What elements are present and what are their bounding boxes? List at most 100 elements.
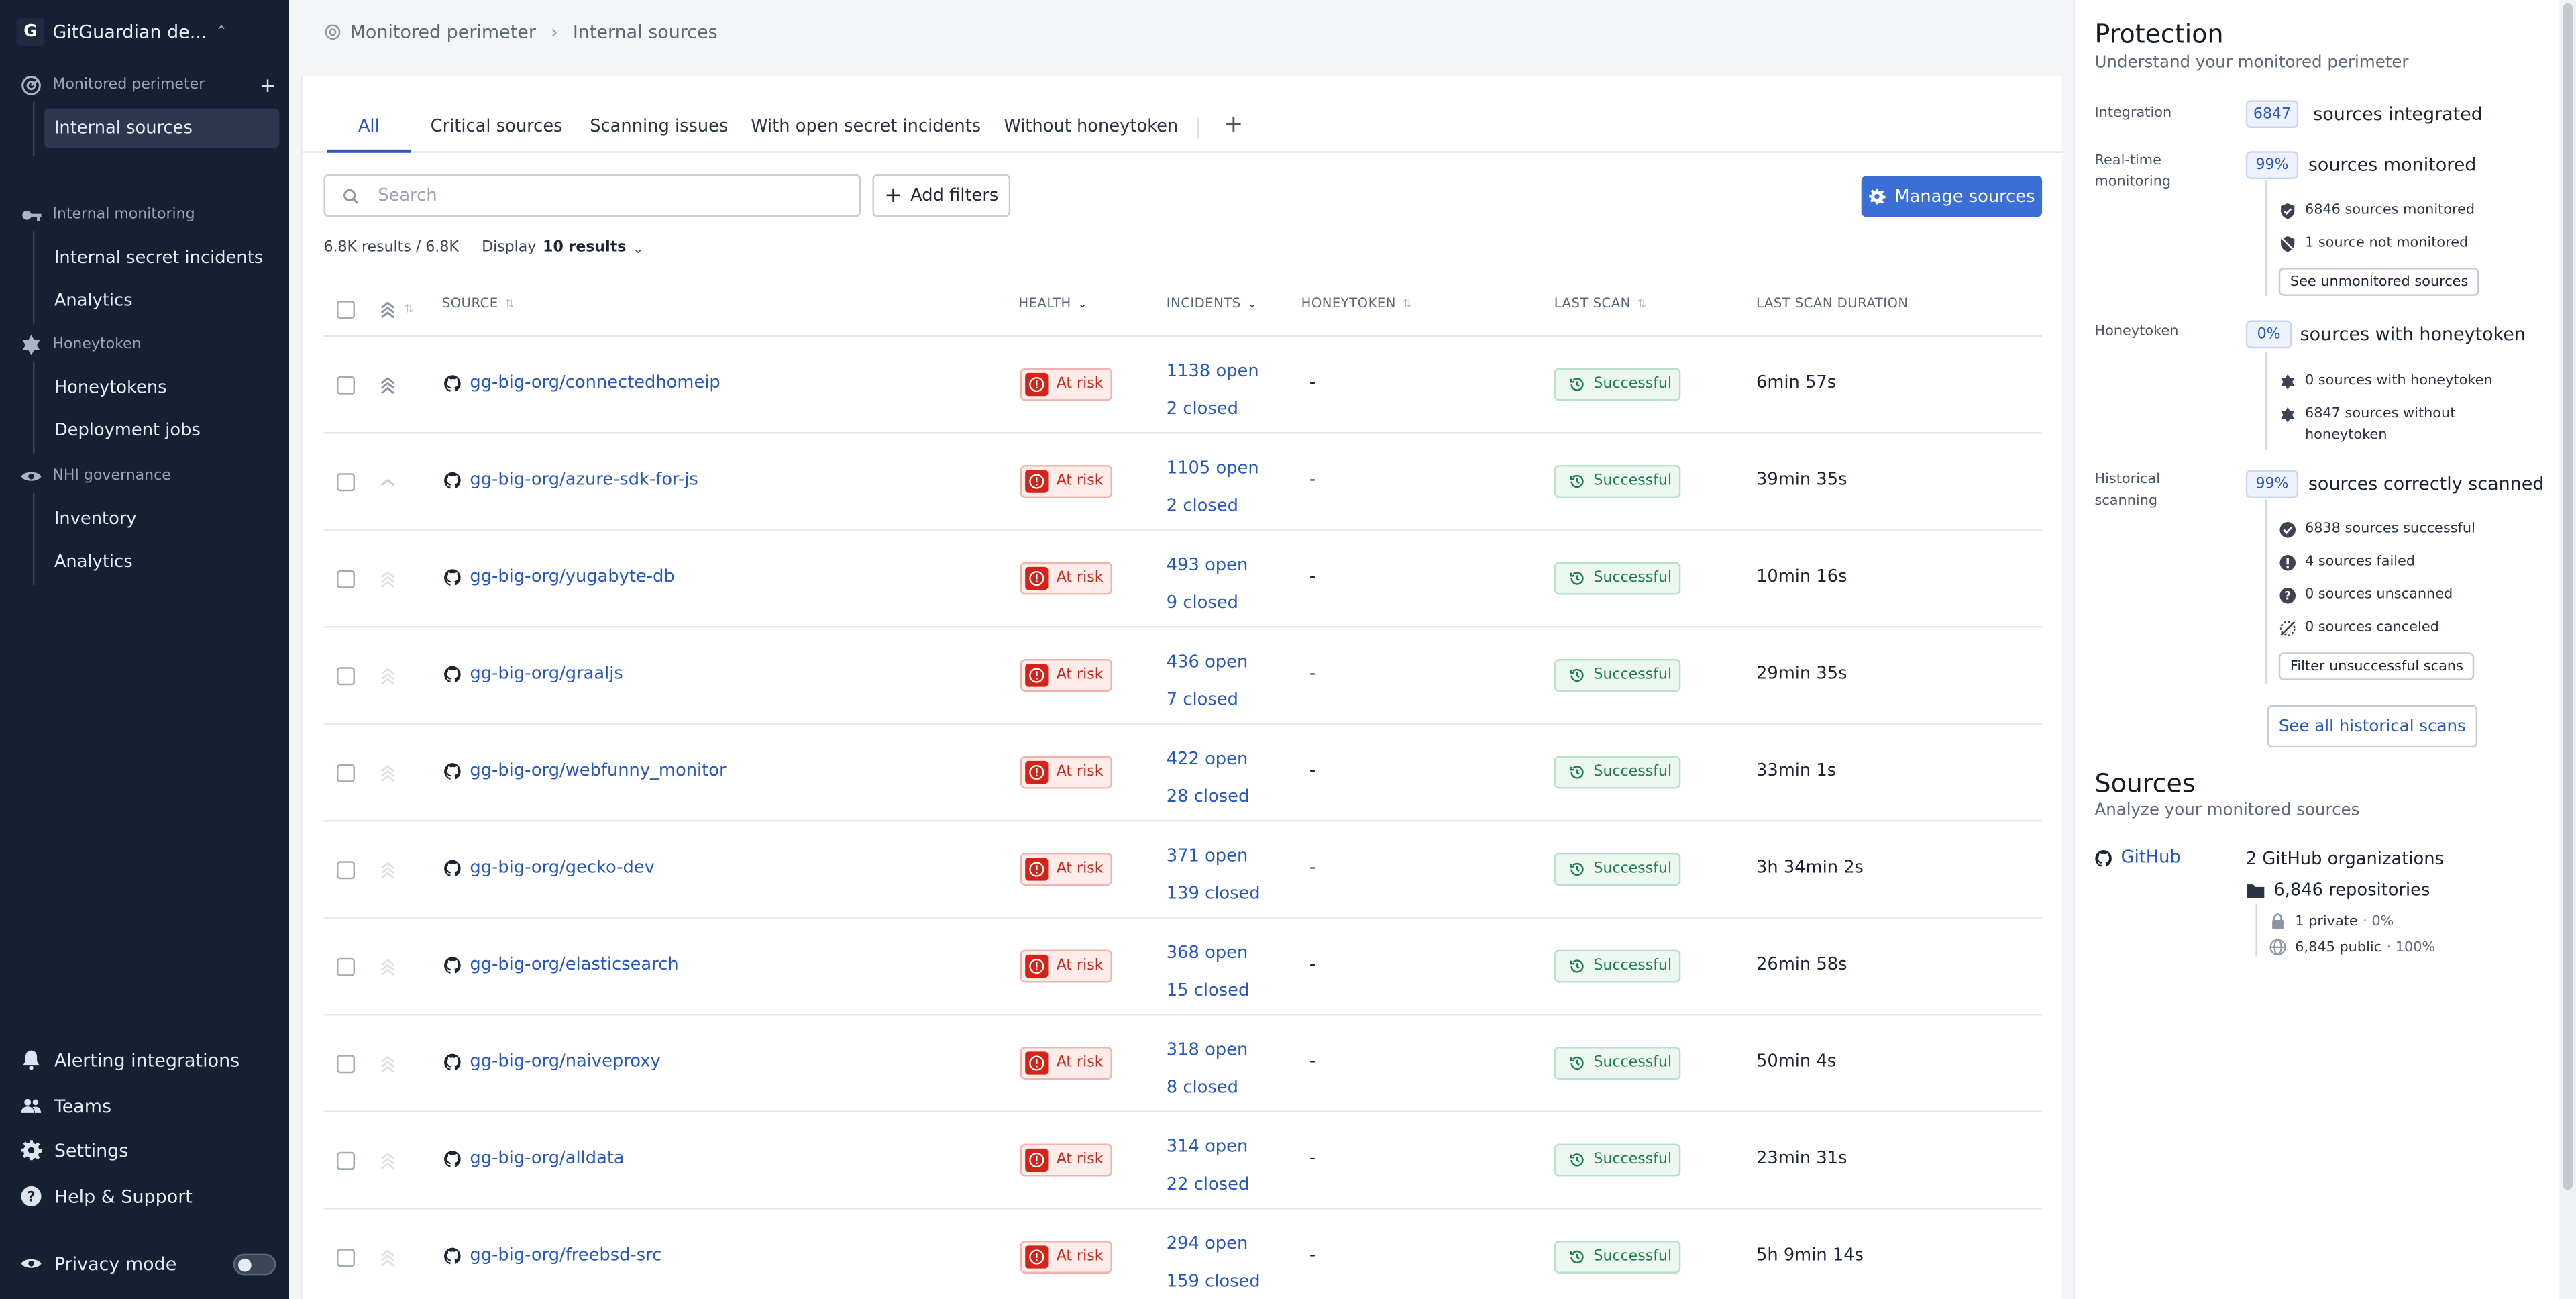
closed-incidents-link[interactable]: 28 closed	[1167, 778, 1250, 815]
open-incidents-link[interactable]: 318 open	[1167, 1032, 1248, 1069]
sidebar-item-inventory[interactable]: Inventory	[44, 499, 279, 539]
source-link[interactable]: gg-big-org/connectedhomeip	[443, 373, 720, 393]
row-checkbox[interactable]	[337, 1055, 355, 1074]
source-link[interactable]: gg-big-org/elasticsearch	[443, 955, 679, 974]
table-row[interactable]: gg-big-org/graaljs At risk 436 open 7 close…	[323, 628, 2043, 725]
source-link[interactable]: gg-big-org/naiveproxy	[443, 1051, 661, 1072]
sort-desc-icon[interactable]: ⌄	[1078, 297, 1088, 310]
closed-incidents-link[interactable]: 8 closed	[1167, 1069, 1248, 1106]
manage-sources-button[interactable]: Manage sources	[1861, 176, 2043, 217]
table-row[interactable]: gg-big-org/azure-sdk-for-js At risk 1105 o…	[323, 434, 2043, 531]
health-column-header[interactable]: HEALTH ⌄	[1018, 296, 1087, 311]
source-link[interactable]: gg-big-org/freebsd-src	[443, 1245, 661, 1265]
tab-scanning-issues[interactable]: Scanning issues	[590, 117, 728, 153]
breadcrumb-root[interactable]: Monitored perimeter	[350, 21, 536, 43]
open-incidents-link[interactable]: 436 open	[1167, 644, 1248, 681]
sidebar-item-internal-sources[interactable]: Internal sources	[44, 108, 280, 148]
sidebar-item-analytics[interactable]: Analytics	[44, 281, 279, 321]
closed-incidents-link[interactable]: 22 closed	[1167, 1166, 1250, 1203]
filter-unsuccessful-scans-button[interactable]: Filter unsuccessful scans	[2278, 652, 2475, 680]
sort-desc-icon[interactable]: ⌄	[1247, 297, 1257, 310]
row-checkbox[interactable]	[337, 1151, 355, 1170]
scrollbar-thumb[interactable]	[2563, 3, 2573, 1190]
open-incidents-link[interactable]: 1138 open	[1167, 354, 1259, 391]
section-internal-monitoring[interactable]: Internal monitoring	[19, 204, 276, 227]
scrollbar[interactable]	[2559, 0, 2576, 1299]
closed-incidents-link[interactable]: 2 closed	[1167, 487, 1259, 524]
select-all-checkbox[interactable]	[337, 301, 355, 319]
priority-column-header[interactable]: ⇅	[378, 299, 414, 319]
closed-incidents-link[interactable]: 139 closed	[1167, 875, 1260, 912]
row-checkbox[interactable]	[337, 376, 355, 395]
last-scan-column-header[interactable]: LAST SCAN ⇅	[1554, 296, 1648, 311]
sort-icon[interactable]: ⇅	[404, 303, 414, 316]
privacy-mode-toggle[interactable]	[233, 1253, 276, 1275]
see-unmonitored-sources-button[interactable]: See unmonitored sources	[2278, 268, 2480, 296]
row-checkbox[interactable]	[337, 957, 355, 976]
row-checkbox[interactable]	[337, 667, 355, 686]
open-incidents-link[interactable]: 314 open	[1167, 1129, 1250, 1165]
table-row[interactable]: gg-big-org/elasticsearch At risk 368 open 1…	[323, 919, 2043, 1016]
add-tab-button[interactable]: +	[1224, 112, 1244, 138]
open-incidents-link[interactable]: 493 open	[1167, 548, 1248, 584]
open-incidents-link[interactable]: 294 open	[1167, 1226, 1260, 1263]
closed-incidents-link[interactable]: 15 closed	[1167, 972, 1250, 1009]
row-checkbox[interactable]	[337, 861, 355, 880]
tab-all[interactable]: All	[327, 117, 411, 153]
github-link[interactable]: GitHub	[2094, 848, 2181, 868]
sort-icon[interactable]: ⇅	[1403, 297, 1413, 310]
source-link[interactable]: gg-big-org/alldata	[443, 1149, 625, 1168]
row-checkbox[interactable]	[337, 1249, 355, 1267]
table-row[interactable]: gg-big-org/gecko-dev At risk 371 open 139 c…	[323, 822, 2043, 919]
closed-incidents-link[interactable]: 7 closed	[1167, 681, 1248, 718]
github-icon	[444, 374, 461, 391]
org-switcher[interactable]: G GitGuardian de... ⌃	[16, 17, 279, 46]
sidebar-item-deployment-jobs[interactable]: Deployment jobs	[44, 411, 279, 450]
source-link[interactable]: gg-big-org/yugabyte-db	[443, 567, 675, 586]
tab-critical-sources[interactable]: Critical sources	[431, 117, 563, 153]
table-row[interactable]: gg-big-org/webfunny_monitor At risk 422 op…	[323, 725, 2043, 822]
sidebar-item-teams[interactable]: Teams	[19, 1094, 276, 1117]
open-incidents-link[interactable]: 1105 open	[1167, 450, 1259, 487]
sidebar-item-alerting-integrations[interactable]: Alerting integrations	[19, 1048, 276, 1071]
table-row[interactable]: gg-big-org/naiveproxy At risk 318 open 8 cl…	[323, 1015, 2043, 1112]
sidebar-item-honeytokens[interactable]: Honeytokens	[44, 368, 279, 408]
open-incidents-link[interactable]: 371 open	[1167, 838, 1260, 875]
source-link[interactable]: gg-big-org/webfunny_monitor	[443, 761, 727, 780]
search-input[interactable]: Search	[323, 174, 861, 217]
tab-without-honeytoken[interactable]: Without honeytoken	[1004, 117, 1178, 153]
sidebar-item-analytics-nhi[interactable]: Analytics	[44, 542, 279, 582]
sidebar-item-settings[interactable]: Settings	[19, 1139, 276, 1161]
chevron-down-icon[interactable]: ⌄	[633, 241, 643, 256]
sidebar-item-help-support[interactable]: ? Help & Support	[19, 1185, 276, 1208]
see-all-historical-scans-button[interactable]: See all historical scans	[2267, 705, 2478, 748]
sort-icon[interactable]: ⇅	[1638, 297, 1648, 310]
table-row[interactable]: gg-big-org/freebsd-src At risk 294 open 159…	[323, 1209, 2042, 1299]
sort-icon[interactable]: ⇅	[504, 297, 515, 310]
closed-incidents-link[interactable]: 9 closed	[1167, 584, 1248, 621]
table-row[interactable]: gg-big-org/yugabyte-db At risk 493 open 9 c…	[323, 531, 2043, 628]
section-honeytoken[interactable]: Honeytoken	[19, 333, 276, 356]
table-row[interactable]: gg-big-org/alldata At risk 314 open 22 clos…	[323, 1112, 2043, 1210]
row-checkbox[interactable]	[337, 570, 355, 588]
section-nhi-governance[interactable]: NHI governance	[19, 465, 276, 488]
source-link[interactable]: gg-big-org/azure-sdk-for-js	[443, 470, 698, 490]
row-checkbox[interactable]	[337, 764, 355, 782]
honeytoken-column-header[interactable]: HONEYTOKEN ⇅	[1301, 296, 1413, 311]
source-column-header[interactable]: SOURCE ⇅	[442, 296, 515, 311]
section-monitored-perimeter[interactable]: Monitored perimeter +	[19, 74, 276, 97]
open-incidents-link[interactable]: 368 open	[1167, 935, 1250, 972]
source-link[interactable]: gg-big-org/graaljs	[443, 664, 623, 684]
closed-incidents-link[interactable]: 2 closed	[1167, 391, 1259, 427]
sidebar-item-internal-secret-incidents[interactable]: Internal secret incidents	[44, 238, 279, 278]
source-link[interactable]: gg-big-org/gecko-dev	[443, 858, 655, 878]
closed-incidents-link[interactable]: 159 closed	[1167, 1263, 1260, 1299]
display-select[interactable]: 10 results	[543, 240, 626, 256]
table-row[interactable]: gg-big-org/connectedhomeip At risk 1138 op…	[323, 337, 2043, 434]
add-filters-button[interactable]: + Add filters	[872, 174, 1011, 217]
tab-open-secret-incidents[interactable]: With open secret incidents	[751, 117, 981, 153]
add-icon[interactable]: +	[260, 74, 276, 97]
incidents-column-header[interactable]: INCIDENTS ⌄	[1167, 296, 1258, 311]
row-checkbox[interactable]	[337, 473, 355, 492]
open-incidents-link[interactable]: 422 open	[1167, 741, 1250, 778]
